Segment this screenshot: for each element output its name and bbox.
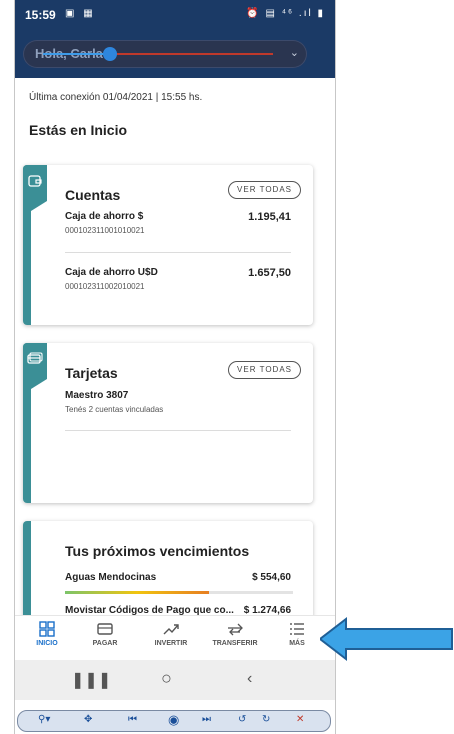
annotation-arrow-icon [320,616,453,662]
divider [65,430,291,431]
nav-label: PAGAR [92,640,118,647]
media-progress-fill [43,53,109,55]
nav-label: TRANSFERIR [212,640,258,647]
nav-pagar[interactable]: PAGAR [73,620,137,647]
accounts-card: Cuentas VER TODAS Caja de ahorro $ 00010… [23,165,313,325]
cards-card: Tarjetas VER TODAS Maestro 3807 Tenés 2 … [23,343,313,503]
stop-icon[interactable]: ◉ [168,712,179,728]
account-number: 000102311002010021 [65,282,145,291]
media-progress-knob[interactable] [103,47,117,61]
zoom-icon[interactable]: ⚲▾ [38,714,50,725]
pointer-icon[interactable]: ✥ [84,714,92,725]
card-title: Tus próximos vencimientos [65,543,250,559]
back-icon[interactable]: ‹ [247,670,252,688]
close-icon[interactable]: ✕ [296,714,304,725]
home-icon[interactable]: ○ [161,668,172,689]
recent-apps-icon[interactable]: ❚❚❚ [71,670,111,690]
nav-label: INVERTIR [154,640,188,647]
credit-card-icon [27,352,43,364]
view-all-accounts-button[interactable]: VER TODAS [228,181,301,199]
nav-inicio[interactable]: INICIO [15,620,79,647]
wallet-icon-tab [23,165,47,201]
app-header: Hola, Carla ⌄ [15,30,335,78]
undo-icon[interactable]: ↺ [238,714,246,725]
nav-label: INICIO [36,640,58,647]
trend-up-icon [163,624,179,635]
view-all-cards-button[interactable]: VER TODAS [228,361,301,379]
next-icon[interactable]: ⏭ [202,714,211,725]
media-overlay[interactable]: Hola, Carla ⌄ [23,40,307,68]
status-time: 15:59 [25,8,56,22]
card-name[interactable]: Maestro 3807 [65,390,128,401]
phone-screen: 15:59 ▣ ▦ ⏰ ▤ ⁴⁶ .ıl ▮ Hola, Carla ⌄ Últ… [14,0,336,734]
due-name[interactable]: Aguas Mendocinas [65,572,156,583]
transfer-icon [228,623,243,636]
account-number: 000102311001010021 [65,226,145,235]
nav-transferir[interactable]: TRANSFERIR [203,620,267,647]
redo-icon[interactable]: ↻ [262,714,270,725]
account-name[interactable]: Caja de ahorro $ [65,211,143,222]
account-name[interactable]: Caja de ahorro U$D [65,267,158,278]
due-progress-track [209,591,293,594]
chevron-down-icon[interactable]: ⌄ [290,46,299,59]
card-subtitle: Tenés 2 cuentas vinculadas [65,405,164,414]
system-status-icons: ⏰ ▤ ⁴⁶ .ıl ▮ [246,8,325,19]
media-progress-track[interactable] [43,53,273,55]
nav-invertir[interactable]: INVERTIR [139,620,203,647]
grid-icon [39,621,55,637]
notification-icons: ▣ ▦ [65,8,96,19]
divider [65,252,291,253]
page-title: Estás en Inicio [29,122,128,138]
card-tab-tip [31,201,47,211]
due-payments-card: Tus próximos vencimientos Aguas Mendocin… [23,521,313,621]
account-balance: 1.657,50 [248,267,291,279]
menu-icon [290,623,304,635]
bottom-nav: INICIO PAGAR INVERTIR TRANSFERIR MÁS [15,615,335,660]
due-progress-fill [65,591,209,594]
credit-card-icon [97,623,113,635]
status-bar: 15:59 ▣ ▦ ⏰ ▤ ⁴⁶ .ıl ▮ [15,0,335,30]
last-connection: Última conexión 01/04/2021 | 15:55 hs. [29,92,203,103]
system-navigation-bar: ❚❚❚ ○ ‹ [15,660,335,700]
wallet-icon [28,175,42,187]
card-accent-bar [23,521,31,621]
card-tab-tip [31,379,47,389]
card-title: Cuentas [65,187,121,203]
due-amount: $ 554,60 [252,572,291,583]
card-icon-tab [23,343,47,379]
card-title: Tarjetas [65,365,118,381]
account-balance: 1.195,41 [248,211,291,223]
previous-icon[interactable]: ⏮ [128,714,137,725]
recorder-toolbar: ⚲▾ ✥ ⏮ ◉ ⏭ ↺ ↻ ✕ [17,710,331,732]
